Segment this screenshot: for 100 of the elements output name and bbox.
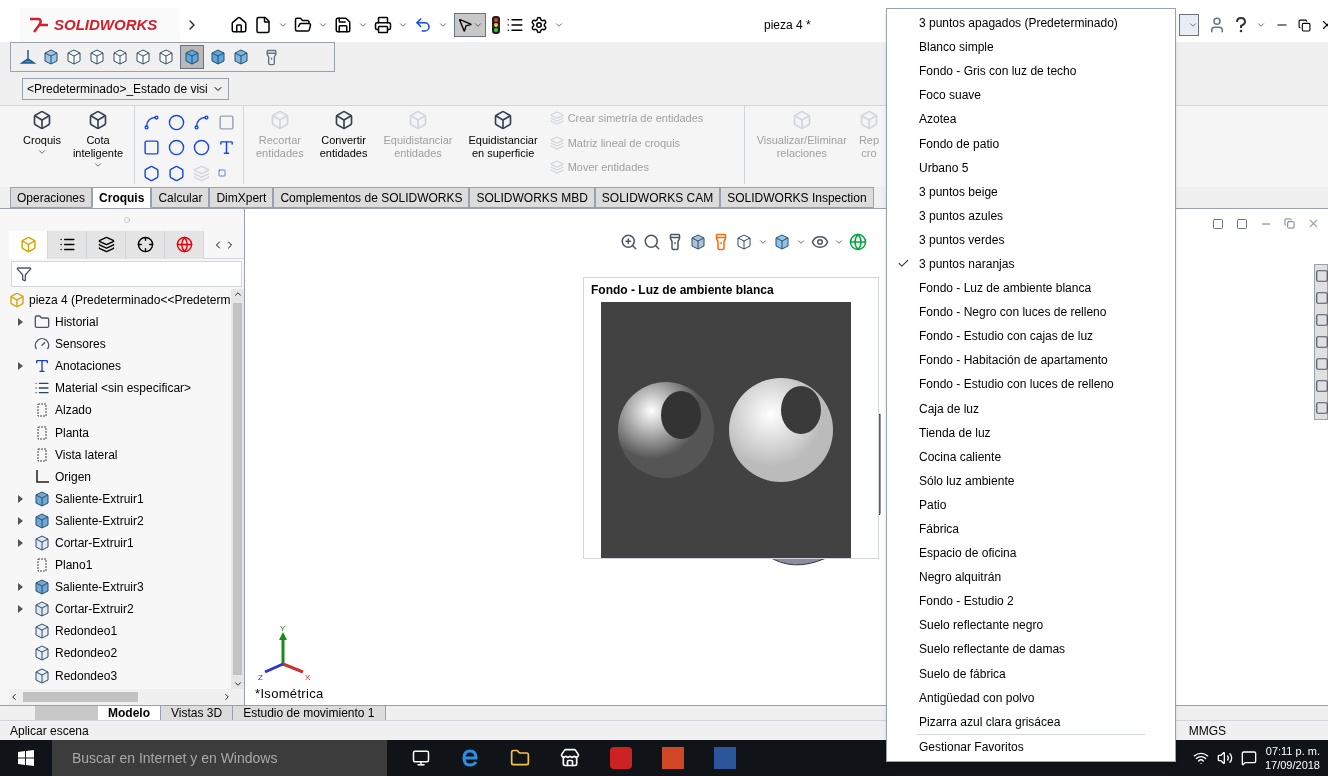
- menu-item[interactable]: Fondo - Estudio 2: [887, 589, 1175, 614]
- command-tab[interactable]: SOLIDWORKS CAM: [594, 187, 721, 208]
- expand-arrow-icon[interactable]: [17, 516, 23, 525]
- expand-arrow-icon[interactable]: [17, 318, 23, 327]
- wireframe-cube-icon[interactable]: [134, 48, 152, 66]
- save-icon[interactable]: [334, 16, 352, 34]
- command-tab[interactable]: Complementos de SOLIDWORKS: [273, 187, 470, 208]
- menu-item[interactable]: Fábrica: [887, 516, 1175, 542]
- caret-icon[interactable]: [278, 20, 288, 30]
- shaded-cube-icon[interactable]: [209, 48, 227, 66]
- menu-item[interactable]: Fondo - Habitación de apartamento: [887, 348, 1175, 373]
- menu-item[interactable]: Suelo reflectante negro: [887, 613, 1175, 638]
- caret-icon[interactable]: [318, 20, 328, 30]
- menu-item[interactable]: 3 puntos naranjas: [887, 251, 1175, 277]
- tree-item[interactable]: Saliente-Extruir3: [55, 578, 144, 597]
- menu-item[interactable]: Suelo reflectante de damas: [887, 637, 1175, 662]
- fillet-icon[interactable]: [33, 644, 51, 663]
- tree-item[interactable]: Cortar-Extruir2: [55, 600, 134, 619]
- menu-item[interactable]: Suelo de fábrica: [887, 661, 1175, 686]
- expand-arrow-icon[interactable]: [17, 605, 23, 614]
- expand-arrow-icon[interactable]: [17, 539, 23, 547]
- print-icon[interactable]: [374, 16, 392, 34]
- caret-icon[interactable]: [93, 160, 103, 170]
- panel-tab[interactable]: [126, 230, 165, 259]
- caret-icon[interactable]: [37, 147, 47, 157]
- tree-item[interactable]: Planta: [55, 423, 90, 442]
- menu-item[interactable]: Fondo - Negro con luces de relleno: [887, 300, 1175, 325]
- home-icon[interactable]: [230, 16, 248, 34]
- wireframe-cube-icon[interactable]: [65, 48, 83, 66]
- caret-icon[interactable]: [438, 20, 448, 30]
- circle-tool-icon[interactable]: [168, 114, 185, 131]
- menu-item[interactable]: Urbano 5: [887, 155, 1175, 180]
- task-pane-icon[interactable]: [1315, 313, 1328, 327]
- menu-item[interactable]: Blanco simple: [887, 35, 1175, 60]
- scroll-right-icon[interactable]: [222, 692, 232, 702]
- settings-icon[interactable]: [530, 16, 548, 34]
- appearance-icon[interactable]: [849, 233, 867, 251]
- tree-item[interactable]: Saliente-Extruir1: [55, 489, 144, 508]
- task-pane-icon[interactable]: [1315, 335, 1328, 349]
- menu-item[interactable]: 3 puntos azules: [887, 203, 1175, 228]
- spline-tool-icon[interactable]: [193, 114, 210, 131]
- open-icon[interactable]: [294, 16, 312, 34]
- extrude-icon[interactable]: [33, 489, 51, 508]
- command-tab[interactable]: SOLIDWORKS MBD: [469, 187, 595, 208]
- task-pane-icon[interactable]: [1315, 291, 1328, 305]
- menu-item[interactable]: Negro alquitrán: [887, 565, 1175, 590]
- traffic-light-icon[interactable]: [492, 16, 500, 34]
- panel-tab[interactable]: [87, 230, 126, 259]
- text-tool-icon[interactable]: [218, 139, 235, 157]
- restore-icon[interactable]: [1298, 18, 1311, 32]
- tree-item[interactable]: Sensores: [55, 335, 106, 354]
- extrude-icon[interactable]: [33, 511, 51, 530]
- new-document-icon[interactable]: [254, 16, 272, 34]
- tree-item[interactable]: Material <sin especificar>: [55, 379, 192, 398]
- menu-item[interactable]: Tienda de luz: [887, 420, 1175, 445]
- menu-item[interactable]: Sólo luz ambiente: [887, 468, 1175, 493]
- ribbon-button[interactable]: Croquis: [19, 106, 65, 147]
- wireframe-cube-icon[interactable]: [88, 48, 106, 66]
- ribbon-button[interactable]: Convertir entidades: [315, 106, 372, 160]
- ribbon-button[interactable]: Cota inteligente: [68, 106, 128, 160]
- wireframe-cube-icon[interactable]: [157, 48, 175, 66]
- browser-icon[interactable]: [460, 748, 480, 768]
- list-icon[interactable]: [506, 16, 524, 34]
- command-tab[interactable]: DimXpert: [209, 187, 274, 208]
- menu-item[interactable]: Espacio de oficina: [887, 541, 1175, 566]
- menu-item[interactable]: Azotea: [887, 107, 1175, 132]
- section-view-icon[interactable]: [689, 233, 707, 251]
- clock-date[interactable]: 17/09/2018: [1264, 758, 1320, 772]
- units-indicator[interactable]: MMGS: [1188, 721, 1227, 740]
- caret-icon[interactable]: [554, 20, 564, 30]
- wifi-icon[interactable]: [1192, 750, 1209, 766]
- rectangle-tool-icon[interactable]: [143, 139, 160, 157]
- menu-item[interactable]: Fondo - Estudio con luces de relleno: [887, 372, 1175, 397]
- clock-time[interactable]: 07:11 p. m.: [1265, 744, 1320, 758]
- expand-arrow-icon[interactable]: [17, 494, 23, 503]
- store-icon[interactable]: [560, 748, 580, 768]
- tree-item[interactable]: Redondeo1: [55, 622, 118, 641]
- tree-item[interactable]: Anotaciones: [55, 357, 122, 376]
- zoom-icon[interactable]: [620, 233, 638, 251]
- tree-item[interactable]: Plano1: [55, 556, 93, 575]
- notifications-icon[interactable]: [1240, 750, 1257, 766]
- task-pane-icon[interactable]: [1315, 269, 1328, 283]
- task-pane-icon[interactable]: [1315, 401, 1328, 415]
- menu-item[interactable]: Cocina caliente: [887, 444, 1175, 469]
- caret-icon[interactable]: [758, 237, 768, 247]
- scroll-left-icon[interactable]: [9, 692, 19, 702]
- folder-icon[interactable]: [510, 748, 530, 768]
- tree-item[interactable]: Alzado: [55, 401, 92, 420]
- filter-field[interactable]: [11, 261, 242, 287]
- command-tab[interactable]: Operaciones: [10, 187, 93, 208]
- command-tab[interactable]: Croquis: [92, 187, 152, 208]
- menu-item[interactable]: 3 puntos beige: [887, 179, 1175, 204]
- extrude-icon[interactable]: [33, 578, 51, 597]
- grip-icon[interactable]: [123, 217, 130, 223]
- tree-item[interactable]: Redondeo2: [55, 644, 118, 663]
- windows-start-icon[interactable]: [18, 750, 34, 766]
- caret-icon[interactable]: [398, 20, 408, 30]
- taskbar-search-field[interactable]: Buscar en Internet y en Windows: [52, 740, 387, 776]
- scroll-down-icon[interactable]: [232, 679, 243, 689]
- menu-item[interactable]: 3 puntos verdes: [887, 227, 1175, 252]
